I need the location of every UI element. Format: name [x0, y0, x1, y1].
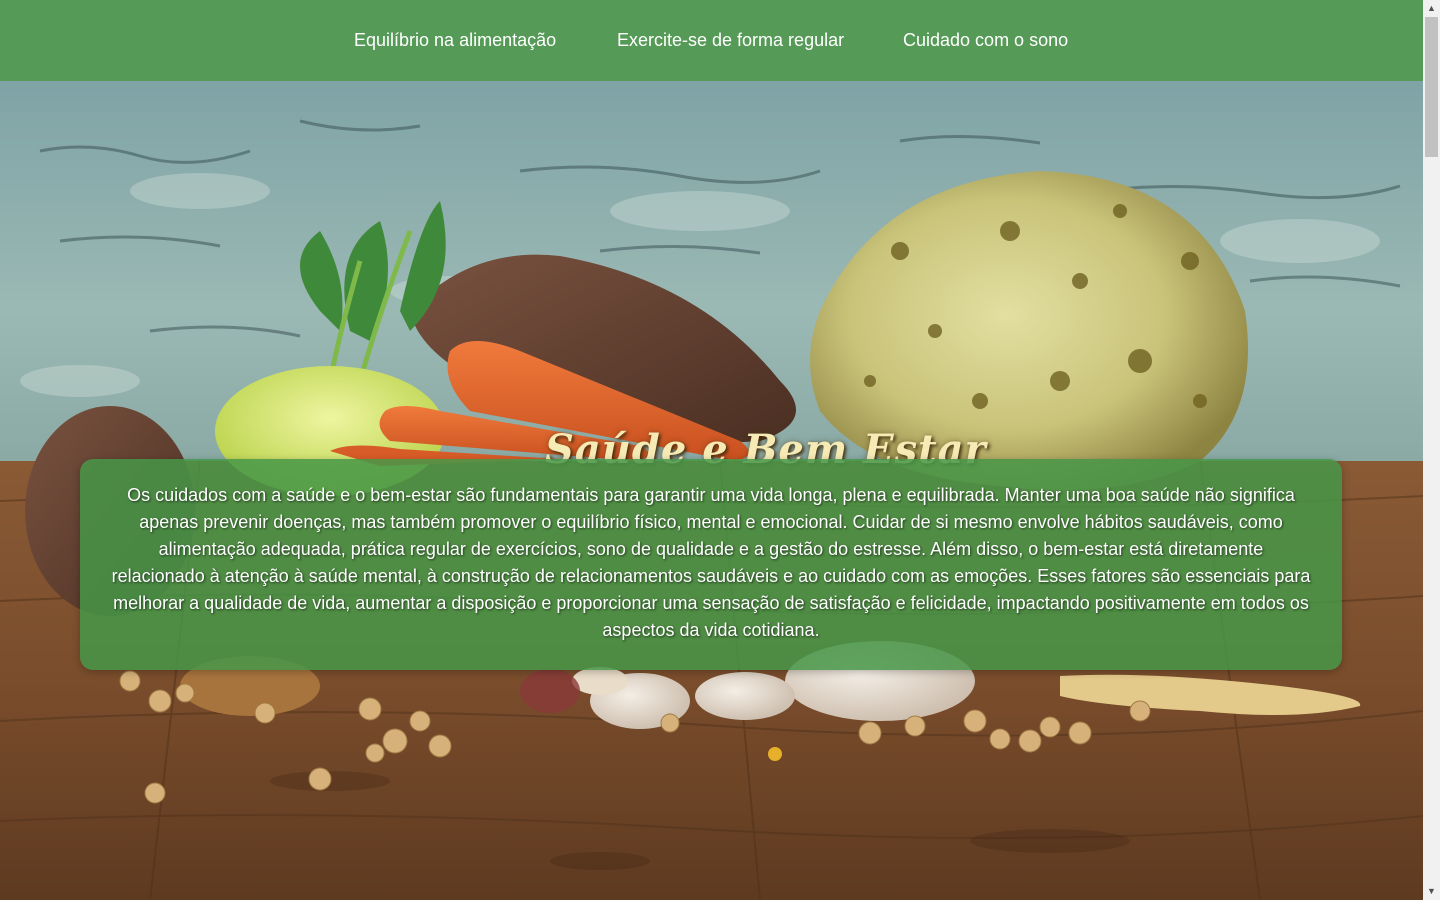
- nav-link-sono[interactable]: Cuidado com o sono: [903, 28, 1068, 52]
- scroll-down-arrow-icon[interactable]: ▼: [1423, 883, 1440, 900]
- nav-link-alimentacao[interactable]: Equilíbrio na alimentação: [354, 28, 556, 52]
- intro-paragraph: Os cuidados com a saúde e o bem-estar sã…: [111, 485, 1311, 640]
- intro-text-card: Os cuidados com a saúde e o bem-estar sã…: [80, 459, 1342, 670]
- top-navigation-bar: Equilíbrio na alimentação Exercite-se de…: [0, 0, 1423, 81]
- scrollbar-thumb[interactable]: [1425, 17, 1438, 157]
- nav-link-exercicio[interactable]: Exercite-se de forma regular: [617, 28, 844, 52]
- vertical-scrollbar[interactable]: ▲ ▼: [1423, 0, 1440, 900]
- scroll-up-arrow-icon[interactable]: ▲: [1423, 0, 1440, 17]
